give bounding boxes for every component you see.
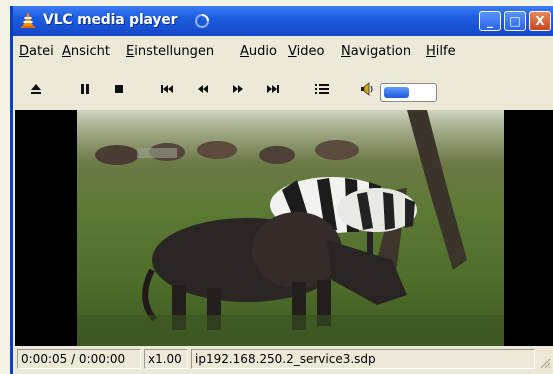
video-frame [77, 110, 504, 346]
vlc-window: VLC media player _ □ X Datei Ansicht Ein… [10, 6, 553, 374]
stop-icon [115, 85, 123, 93]
playlist-button[interactable] [312, 80, 332, 98]
vlc-cone-icon [21, 12, 35, 28]
skip-back-icon [161, 85, 173, 93]
video-scene-image [77, 110, 504, 346]
zebra-shape-2 [337, 188, 417, 232]
rewind-icon [198, 85, 208, 93]
volume-level-fill [384, 87, 409, 98]
previous-button[interactable] [158, 80, 178, 98]
window-title: VLC media player [43, 12, 178, 28]
fast-forward-button[interactable] [228, 80, 248, 98]
next-button[interactable] [262, 80, 282, 98]
menu-einstellungen[interactable]: Einstellungen [126, 44, 214, 59]
mute-button[interactable] [357, 80, 377, 98]
rewind-button[interactable] [193, 80, 213, 98]
stop-button[interactable] [110, 80, 128, 98]
video-output[interactable] [15, 110, 553, 346]
eject-button[interactable] [27, 80, 45, 98]
stream-name: ip192.168.250.2_service3.sdp [191, 349, 535, 369]
time-display: 0:00:05 / 0:00:00 [17, 349, 141, 369]
eject-icon [31, 84, 41, 94]
activity-spinner-icon [195, 14, 209, 28]
close-button[interactable]: X [529, 11, 551, 31]
pause-icon [81, 84, 89, 94]
menu-bar: Datei Ansicht Einstellungen Audio Video … [13, 42, 553, 62]
playback-speed: x1.00 [144, 349, 188, 369]
fast-forward-icon [233, 85, 243, 93]
title-bar[interactable]: VLC media player _ □ X [13, 6, 553, 36]
menu-datei[interactable]: Datei [19, 44, 54, 59]
skip-forward-icon [267, 85, 279, 93]
menu-ansicht[interactable]: Ansicht [62, 44, 110, 59]
menu-audio[interactable]: Audio [240, 44, 277, 59]
menu-navigation[interactable]: Navigation [341, 44, 411, 59]
menu-video[interactable]: Video [288, 44, 324, 59]
volume-slider[interactable] [380, 83, 437, 102]
minimize-button[interactable]: _ [479, 11, 501, 31]
maximize-button[interactable]: □ [504, 11, 526, 31]
status-bar: 0:00:05 / 0:00:00 x1.00 ip192.168.250.2_… [13, 349, 553, 371]
speaker-icon [361, 82, 373, 96]
playlist-icon [315, 84, 329, 94]
resize-grip-icon[interactable] [539, 357, 551, 369]
pause-button[interactable] [76, 80, 94, 98]
menu-hilfe[interactable]: Hilfe [426, 44, 456, 59]
toolbar [13, 80, 553, 102]
